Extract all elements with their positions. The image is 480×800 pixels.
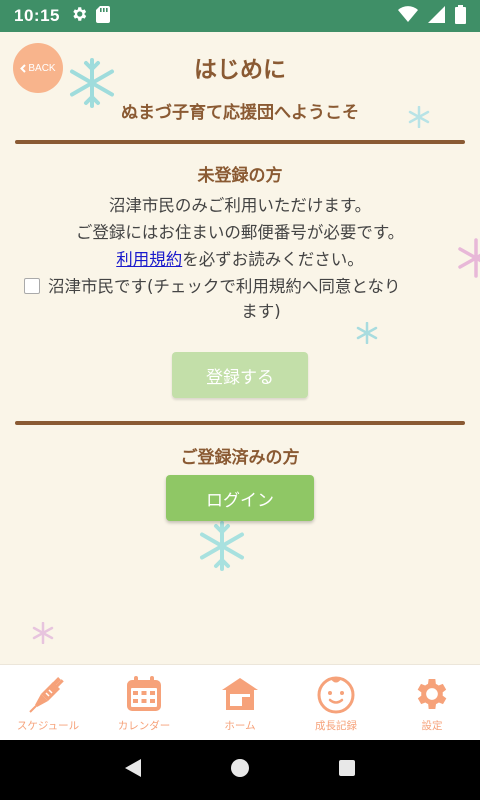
tab-label: カレンダー — [117, 720, 171, 732]
login-button[interactable]: ログイン — [166, 475, 314, 521]
status-bar: 10:15 — [0, 0, 480, 32]
tab-label: 設定 — [421, 720, 443, 732]
baby-face-icon — [317, 676, 355, 714]
sdcard-icon — [95, 5, 110, 27]
tab-schedule[interactable]: スケジュール — [0, 665, 96, 740]
unregistered-heading: 未登録の方 — [197, 166, 283, 186]
resident-agree-label: 沼津市民です(チェックで利用規約へ同意となり — [48, 277, 401, 296]
status-time: 10:15 — [14, 6, 60, 25]
section-divider — [15, 140, 465, 144]
tab-label: 成長記録 — [315, 720, 357, 732]
app-content: BACK はじめに ぬまづ子育て応援団へようこそ 未登録の方 沼津市民のみご利用… — [0, 32, 480, 664]
home-icon — [222, 678, 258, 710]
gear-icon — [70, 5, 88, 27]
signal-icon — [428, 5, 445, 27]
calendar-icon — [127, 676, 161, 711]
welcome-subtitle: ぬまづ子育て応援団へようこそ — [121, 103, 359, 123]
battery-icon — [455, 4, 466, 28]
wifi-icon — [398, 6, 418, 26]
tab-settings[interactable]: 設定 — [384, 665, 480, 740]
tab-label: ホーム — [224, 720, 256, 732]
system-nav-bar — [0, 740, 480, 800]
snowflake-decoration-icon — [200, 521, 244, 571]
tab-calendar[interactable]: カレンダー — [96, 665, 192, 740]
residents-only-text: 沼津市民のみご利用いただけます。 — [108, 196, 372, 215]
nav-recents-icon[interactable] — [338, 759, 356, 781]
syringe-icon — [29, 677, 64, 713]
resident-agree-row: 沼津市民です(チェックで利用規約へ同意となり ます) — [24, 274, 464, 324]
tab-home[interactable]: ホーム — [192, 665, 288, 740]
tab-label: スケジュール — [16, 720, 80, 732]
terms-notice: 利用規約を必ずお読みください。 — [0, 246, 480, 270]
nav-back-icon[interactable] — [124, 758, 142, 782]
registered-heading: ご登録済みの方 — [180, 448, 300, 468]
nav-home-icon[interactable] — [230, 758, 250, 782]
terms-notice-suffix: を必ずお読みください。 — [182, 250, 364, 269]
resident-agree-label-cont: ます) — [241, 302, 281, 321]
bottom-tab-bar: スケジュール カレンダー ホーム 成長記録 設定 — [0, 664, 480, 740]
register-button[interactable]: 登録する — [172, 352, 308, 398]
terms-link[interactable]: 利用規約 — [116, 250, 182, 269]
section-divider — [15, 421, 465, 425]
gear-icon — [417, 679, 447, 709]
tab-growth-record[interactable]: 成長記録 — [288, 665, 384, 740]
postal-code-required-text: ご登録にはお住まいの郵便番号が必要です。 — [75, 223, 405, 242]
snowflake-decoration-icon — [32, 622, 54, 644]
resident-agree-checkbox[interactable] — [24, 278, 40, 294]
page-title: はじめに — [194, 57, 286, 83]
snowflake-decoration-icon — [356, 322, 378, 344]
